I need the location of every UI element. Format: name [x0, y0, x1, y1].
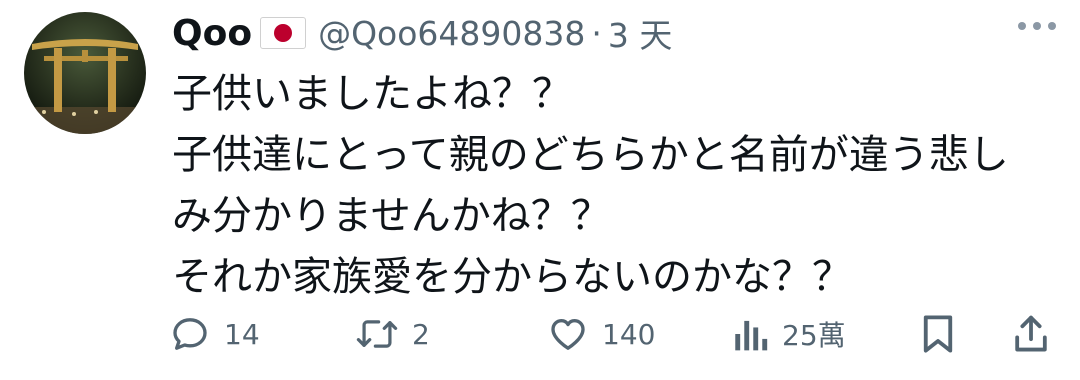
japan-flag-icon	[260, 17, 307, 49]
tweet-header: Qoo @Qoo64890838 · 3 天	[172, 10, 672, 56]
reply-icon	[170, 314, 210, 354]
tweet-text-line: 子供達にとって親のどちらかと名前が違う悲し	[172, 132, 1009, 178]
user-handle[interactable]: @Qoo64890838	[318, 14, 585, 53]
like-button[interactable]: 140	[548, 312, 655, 356]
like-count: 140	[602, 317, 656, 351]
more-options-icon[interactable]	[1018, 22, 1056, 30]
action-bar: 14 2 140 25萬	[170, 312, 1060, 356]
tweet-text-line: それか家族愛を分からないのかな？？	[172, 254, 852, 300]
tweet-text-line: み分かりませんかね？？	[172, 193, 611, 239]
timestamp[interactable]: 3 天	[608, 9, 673, 57]
tweet-text: 子供いましたよね？？ 子供達にとって親のどちらかと名前が違う悲し み分かりません…	[172, 64, 1062, 308]
avatar[interactable]	[24, 12, 146, 134]
display-name[interactable]: Qoo	[172, 13, 252, 54]
retweet-button[interactable]: 2	[356, 312, 430, 356]
separator: ·	[591, 13, 602, 53]
retweet-icon	[356, 314, 398, 354]
views-chart-icon	[732, 314, 768, 354]
view-count: 25萬	[782, 319, 846, 352]
share-button[interactable]	[1012, 312, 1050, 356]
retweet-count: 2	[412, 317, 430, 351]
reply-button[interactable]: 14	[170, 312, 260, 356]
share-icon	[1012, 313, 1050, 355]
tweet-text-line: 子供いましたよね？？	[172, 71, 572, 117]
views-button[interactable]: 25萬	[732, 312, 846, 356]
bookmark-button[interactable]	[920, 312, 956, 356]
heart-icon	[548, 314, 588, 354]
bookmark-icon	[920, 313, 956, 355]
reply-count: 14	[224, 317, 260, 351]
